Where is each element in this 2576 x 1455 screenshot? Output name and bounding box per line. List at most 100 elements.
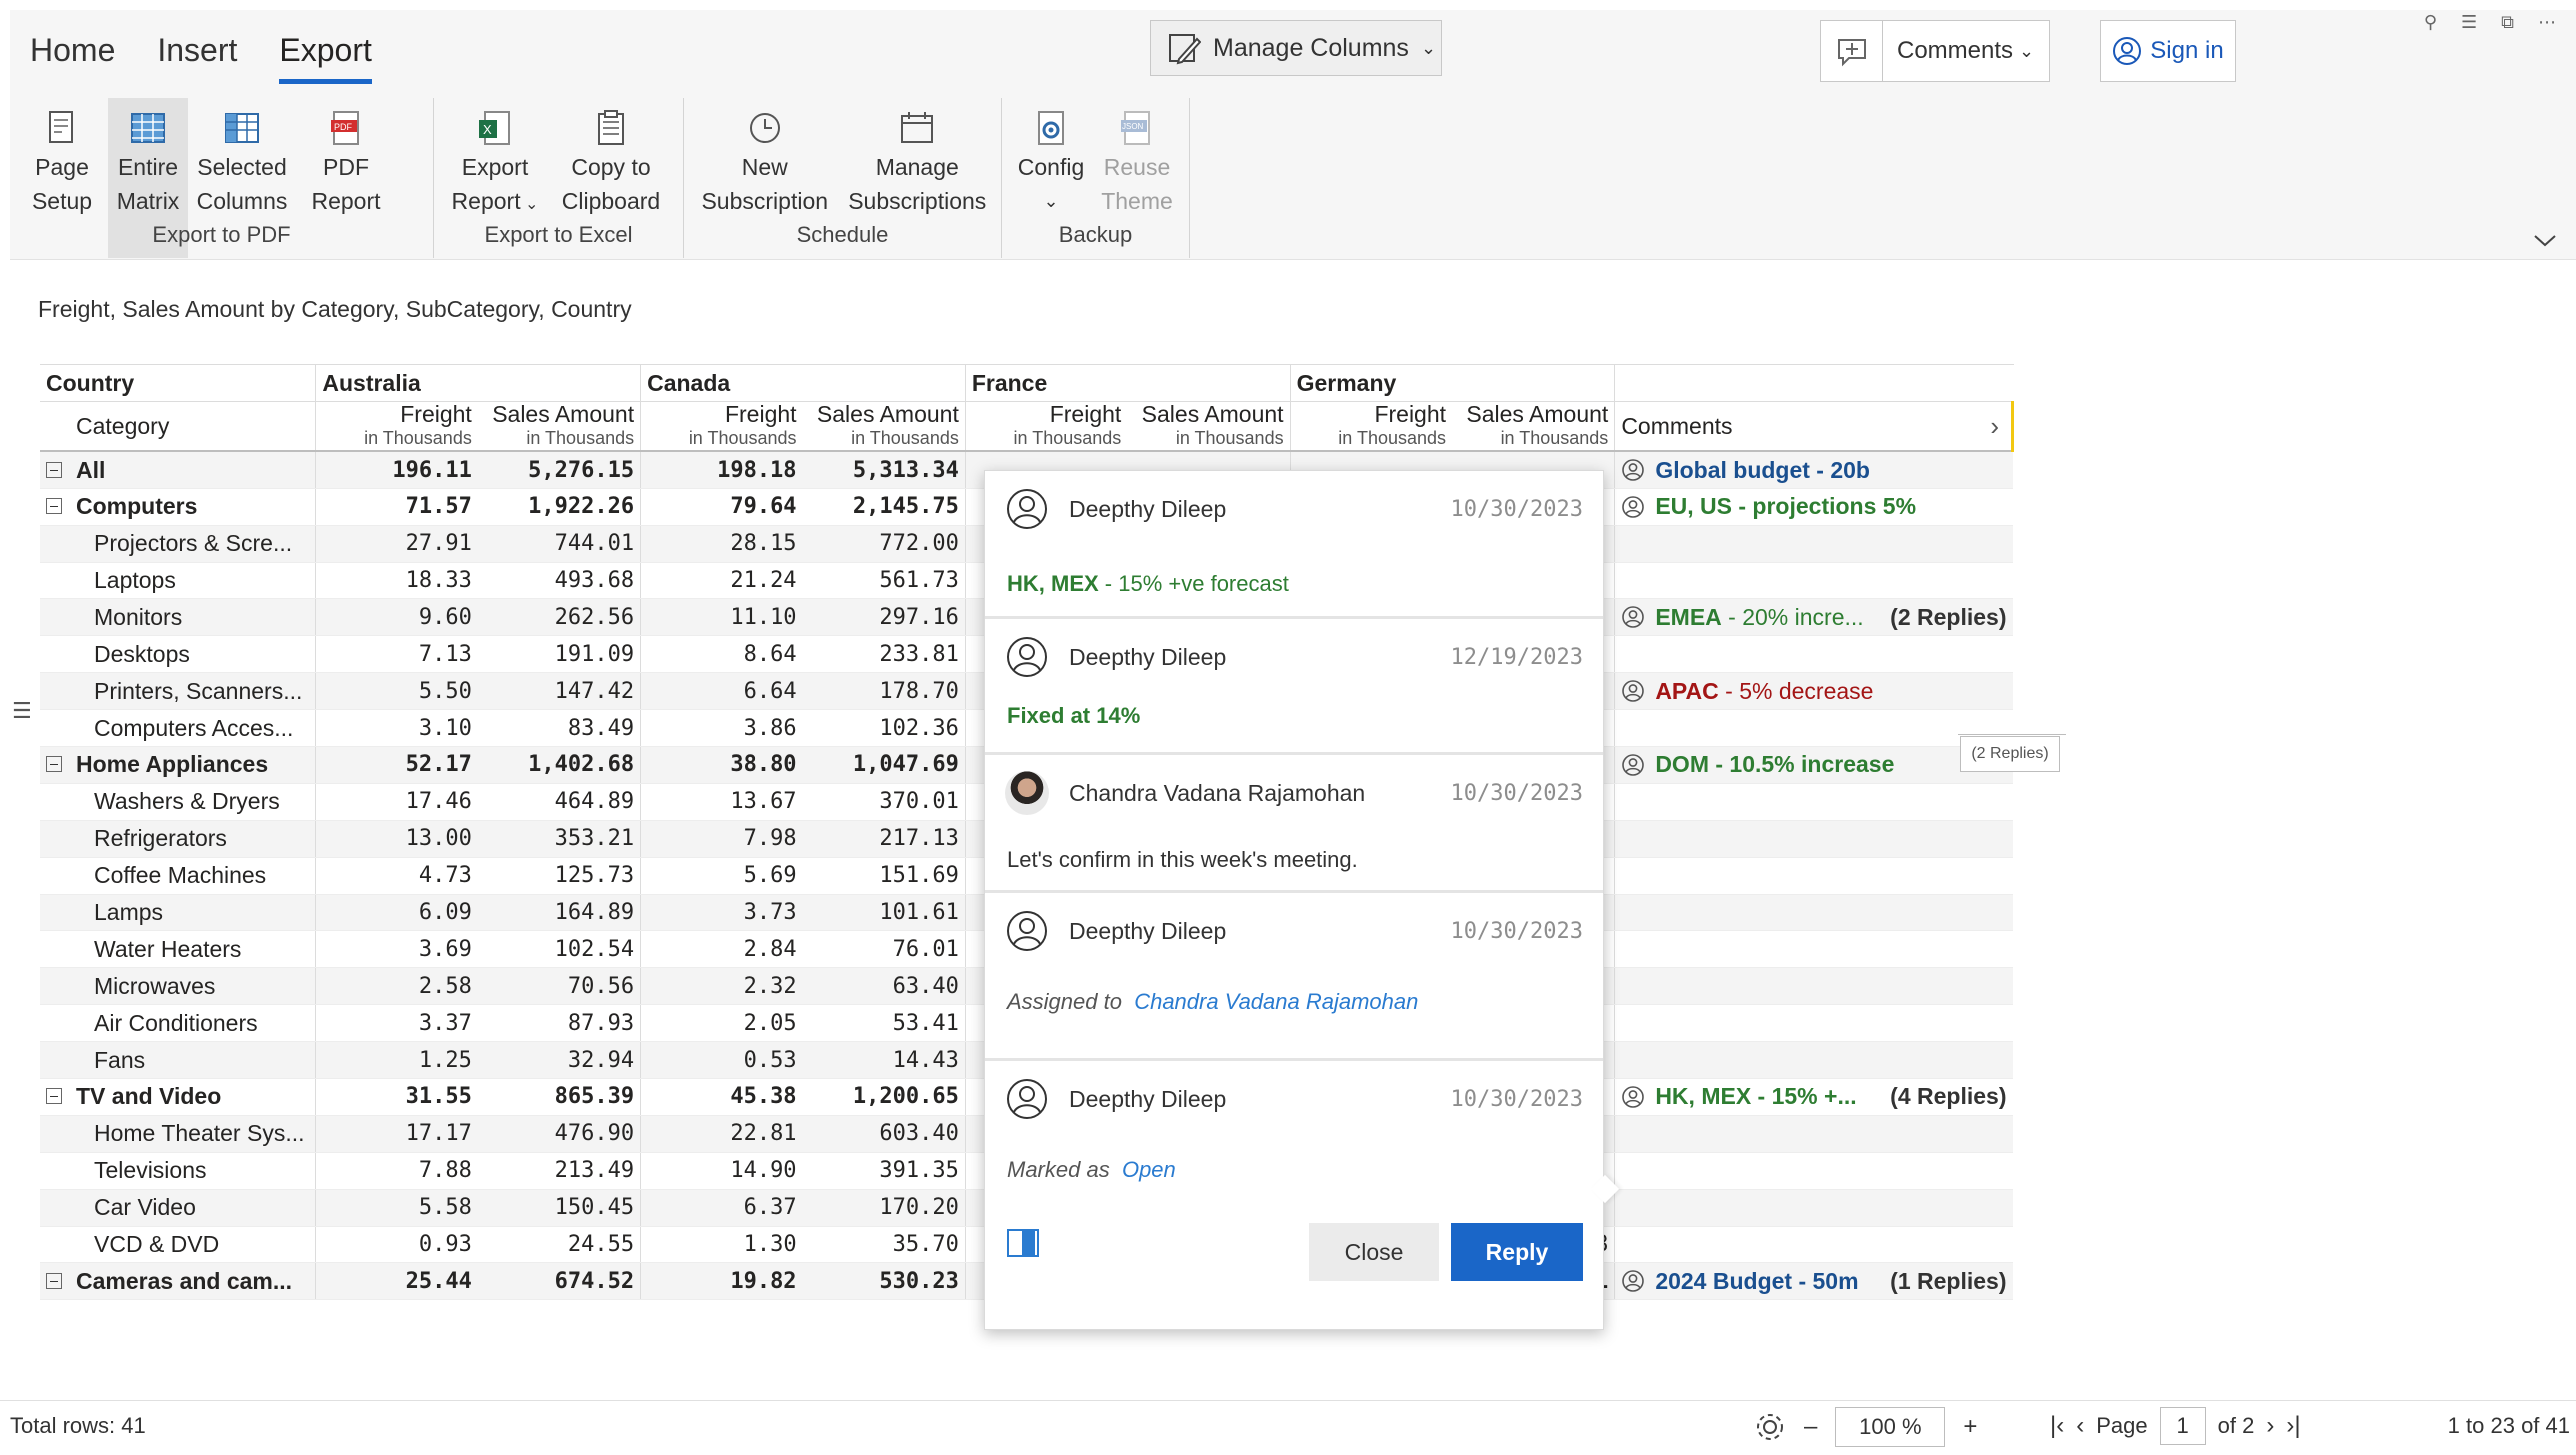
collapse-icon[interactable] [46,1272,62,1289]
comment-cell[interactable] [1614,1189,2013,1227]
excel-icon: X [479,111,510,145]
sign-in-button[interactable]: Sign in [2100,20,2236,82]
comment-cell[interactable] [1614,1152,2013,1190]
page-number-input[interactable]: 1 [2159,1407,2206,1445]
comment-preview[interactable]: APAC - 5% decrease [1621,678,2006,705]
value-cell: 1.30 [640,1226,803,1264]
value-cell: 32.94 [477,1041,641,1080]
category-cell: Desktops [40,635,316,674]
country-france[interactable]: France [964,365,1291,403]
collapse-ribbon-icon[interactable] [2532,231,2558,249]
comment-cell[interactable]: EU, US - projections 5% [1614,488,2013,526]
add-comment-button[interactable] [1821,21,1883,81]
country-germany[interactable]: Germany [1289,365,1615,403]
next-page-icon[interactable]: › [2266,1412,2274,1440]
tab-export[interactable]: Export [279,32,372,84]
entire-matrix-label-2: Matrix [116,188,180,214]
comment-cell[interactable] [1614,967,2013,1006]
tab-insert[interactable]: Insert [157,32,237,84]
zoom-in-icon[interactable]: + [1963,1413,1977,1441]
reply-button[interactable]: Reply [1451,1223,1583,1281]
filter-icon[interactable]: ☰ [2461,12,2477,33]
tab-home[interactable]: Home [30,32,115,84]
category-cell: Microwaves [40,967,316,1006]
user-icon [1622,1086,1645,1108]
comment-preview[interactable]: 2024 Budget - 50m (1 Replies) [1621,1267,2007,1295]
first-page-icon[interactable]: |‹ [2050,1412,2064,1440]
svg-text:X: X [483,122,492,137]
page-setup-label-1: Page [35,154,89,180]
pdf-report-label-1: PDF [323,154,369,180]
comment-cell[interactable] [1614,1004,2013,1043]
comment-preview[interactable]: DOM - 10.5% increase [1621,751,2006,778]
comment-cell[interactable] [1614,709,2013,748]
comment-cell[interactable]: Global budget - 20b [1614,451,2013,489]
comment-cell[interactable] [1614,894,2013,932]
replies-count[interactable]: (2 Replies) [1890,604,2006,631]
focus-mode-icon[interactable]: ⧉ [2501,12,2514,33]
manage-columns-button[interactable]: Manage Columns ⌄ [1150,20,1442,76]
comment-cell[interactable]: 2024 Budget - 50m (1 Replies) [1614,1262,2013,1301]
export-report-label-2-wrap: Report ⌄ [452,184,539,222]
assignee-link[interactable]: Chandra Vadana Rajamohan [1134,989,1418,1014]
side-panel-icon[interactable] [1007,1229,1039,1257]
measure-header[interactable]: Sales Amount in Thousands [477,401,641,453]
export-report-label-2: Report [451,188,521,214]
comment-cell[interactable]: DOM - 10.5% increase [1614,746,2013,784]
comment-preview[interactable]: EU, US - projections 5% [1621,493,2006,520]
entire-matrix-label-1: Entire [117,154,179,180]
measure-header[interactable]: Sales Amount in Thousands [1127,401,1291,453]
settings-gear-icon[interactable] [1754,1411,1786,1443]
measure-header[interactable]: Sales Amount in Thousands [802,401,966,453]
collapse-icon[interactable] [46,461,62,478]
more-options-icon[interactable]: ⋯ [2538,12,2556,33]
comment-preview[interactable]: EMEA - 20% incre... (2 Replies) [1621,604,2007,631]
comments-column-header[interactable]: Comments › [1614,401,2014,453]
comment-cell[interactable] [1614,857,2013,895]
comment-cell[interactable] [1614,783,2013,821]
comment-date: 10/30/2023 [1450,496,1583,522]
comment-cell[interactable]: APAC - 5% decrease [1614,672,2013,711]
comment-cell[interactable] [1614,1226,2013,1264]
last-page-icon[interactable]: ›| [2286,1412,2300,1440]
category-label: Computers [76,493,198,520]
country-australia[interactable]: Australia [315,365,641,403]
comment-preview[interactable]: Global budget - 20b [1621,457,2006,484]
collapse-icon[interactable] [46,1088,62,1105]
total-rows: Total rows: 41 [10,1413,146,1438]
comment-cell[interactable] [1614,820,2013,858]
zoom-level-input[interactable]: 100 % [1835,1407,1946,1447]
close-button[interactable]: Close [1309,1223,1439,1281]
previous-page-icon[interactable]: ‹ [2076,1412,2084,1440]
comment-preview-bold: 2024 Budget - 50m [1655,1267,1859,1294]
unit-label: in Thousands [1175,428,1284,449]
comment-cell[interactable] [1614,1115,2013,1153]
collapse-icon[interactable] [46,498,62,515]
measure-header[interactable]: Freight in Thousands [315,401,478,453]
comment-cell[interactable]: EMEA - 20% incre... (2 Replies) [1614,598,2013,637]
value-cell: 17.46 [315,783,478,821]
drag-handle-icon[interactable]: ☰ [12,698,32,724]
comment-cell[interactable] [1614,562,2013,600]
replies-count[interactable]: (1 Replies) [1890,1268,2006,1295]
comments-dropdown[interactable]: Comments ⌄ [1883,37,2034,65]
comment-preview[interactable]: HK, MEX - 15% +... (4 Replies) [1621,1083,2007,1110]
measure-header[interactable]: Sales Amount in Thousands [1452,401,1615,453]
comment-body: Marked as Open [1007,1157,1583,1183]
replies-count[interactable]: (4 Replies) [1890,1083,2006,1110]
country-canada[interactable]: Canada [640,365,966,403]
collapse-icon[interactable] [46,756,62,773]
status-link[interactable]: Open [1122,1157,1176,1182]
measure-header[interactable]: Freight in Thousands [964,401,1128,453]
zoom-out-icon[interactable]: – [1804,1413,1817,1441]
chevron-right-icon[interactable]: › [1990,411,2005,442]
comment-cell[interactable] [1614,1041,2013,1080]
comment-cell[interactable] [1614,635,2013,674]
comment-cell[interactable] [1614,930,2013,969]
comment-cell[interactable] [1614,525,2013,563]
measure-header[interactable]: Freight in Thousands [1289,401,1453,453]
value-cell: 213.49 [477,1152,641,1190]
comment-cell[interactable]: HK, MEX - 15% +... (4 Replies) [1614,1078,2013,1116]
pin-icon[interactable]: ⚲ [2424,12,2437,33]
measure-header[interactable]: Freight in Thousands [640,401,803,453]
